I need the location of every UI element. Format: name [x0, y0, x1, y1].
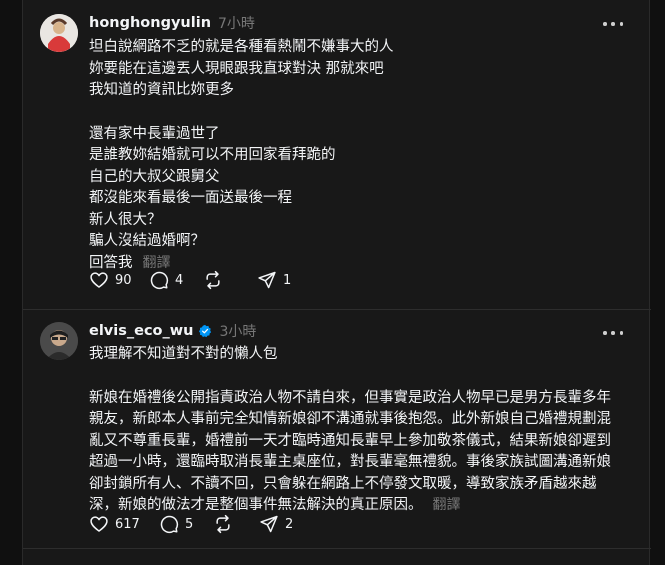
post-line: 騙人沒結過婚啊？ [89, 233, 205, 249]
paper-plane-icon [258, 271, 276, 289]
action-bar: 617 5 2 [89, 514, 293, 534]
avatar-image [40, 14, 78, 52]
avatar-image [40, 322, 78, 360]
like-count: 617 [115, 516, 140, 532]
post-line: 亂又不尊重長輩，婚禮前一天才臨時通知長輩早上參加敬茶儀式，結果新娘卻遲到 [89, 432, 611, 449]
post-text: 我理解不知道對不對的懶人包 新娘在婚禮後公開指責政治人物不請自來，但事實是政治人… [89, 344, 634, 517]
username[interactable]: honghongyulin [89, 15, 211, 31]
heart-icon [90, 272, 108, 288]
post-line: 都沒能來看最後一面送最後一程 [89, 190, 292, 206]
avatar[interactable] [40, 322, 78, 360]
translate-link[interactable]: 翻譯 [143, 255, 171, 271]
repost-icon [216, 514, 230, 534]
comment-count: 4 [175, 272, 184, 288]
post-time[interactable]: 7小時 [218, 13, 255, 33]
action-bar: 90 4 1 [89, 270, 291, 290]
like-button[interactable]: 617 [89, 514, 159, 534]
verified-badge-icon [199, 324, 212, 338]
post-card: elvis_eco_wu 3小時 我理解不知道對不對的懶人包 新娘在婚禮後公開指… [23, 310, 651, 549]
share-count: 2 [285, 516, 294, 532]
post-header: honghongyulin 7小時 [89, 13, 255, 33]
translate-link[interactable]: 翻譯 [433, 497, 461, 513]
comment-bubble-icon [150, 271, 169, 290]
comment-count: 5 [185, 516, 194, 532]
post-line: 超過一小時，還臨時取消長輩主桌座位，對長輩毫無禮貌。事後家族試圖溝通新娘 [89, 454, 611, 470]
comment-button[interactable]: 5 [159, 514, 213, 534]
post-line: 新娘在婚禮後公開指責政治人物不請自來，但事實是政治人物早已是男方長輩多年 [89, 389, 611, 406]
post-line: 妳要能在這邊丟人現眼跟我直球對決 那就來吧 [89, 60, 384, 77]
heart-icon [90, 516, 108, 532]
post-header: elvis_eco_wu 3小時 [89, 321, 256, 341]
comment-bubble-icon [160, 515, 179, 534]
post-card: honghongyulin 7小時 坦白說網路不乏的就是各種看熱鬧不嫌事大的人 … [23, 0, 651, 310]
post-time[interactable]: 3小時 [219, 321, 256, 341]
post-text: 坦白說網路不乏的就是各種看熱鬧不嫌事大的人 妳要能在這邊丟人現眼跟我直球對決 那… [89, 37, 634, 274]
more-dots-icon[interactable] [603, 19, 623, 29]
more-dots-icon[interactable] [603, 328, 623, 338]
post-line: 卻封鎖所有人、不讀不回，只會躲在網路上不停發文取暖，導致家族矛盾越來越 [89, 475, 597, 492]
post-line: 坦白說網路不乏的就是各種看熱鬧不嫌事大的人 [89, 39, 394, 55]
like-button[interactable]: 90 [89, 270, 149, 290]
comment-button[interactable]: 4 [149, 270, 203, 290]
repost-button[interactable] [213, 514, 259, 534]
repost-icon [206, 270, 220, 290]
share-button[interactable]: 2 [259, 514, 293, 534]
share-button[interactable]: 1 [257, 270, 291, 290]
post-line: 我知道的資訊比妳更多 [89, 82, 234, 98]
post-line: 自己的大叔父跟舅父 [89, 168, 220, 185]
post-line: 親友，新郎本人事前完全知情新娘卻不溝通就事後抱怨。此外新娘自己婚禮規劃混 [89, 411, 611, 427]
share-count: 1 [283, 272, 292, 288]
feed-column: honghongyulin 7小時 坦白說網路不乏的就是各種看熱鬧不嫌事大的人 … [22, 0, 651, 565]
post-line: 我理解不知道對不對的懶人包 [89, 346, 278, 362]
like-count: 90 [115, 272, 132, 288]
username[interactable]: elvis_eco_wu [89, 323, 193, 339]
post-line: 新人很大？ [89, 211, 162, 228]
post-line: 還有家中長輩過世了 [89, 125, 220, 142]
avatar[interactable] [40, 14, 78, 52]
paper-plane-icon [260, 515, 278, 533]
repost-button[interactable] [203, 270, 257, 290]
post-line: 是誰教妳結婚就可以不用回家看拜跪的 [89, 147, 336, 163]
